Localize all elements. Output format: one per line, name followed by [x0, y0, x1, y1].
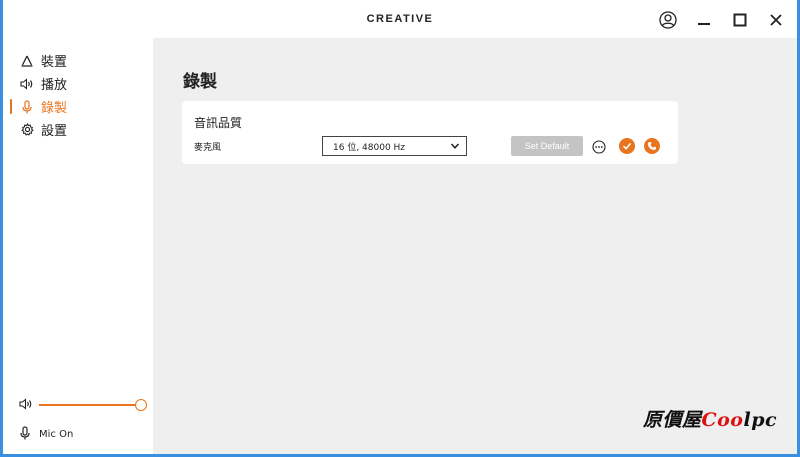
microphone-label: 麥克風: [194, 143, 222, 153]
more-icon: [592, 140, 606, 154]
volume-slider[interactable]: [39, 398, 147, 412]
speaker-icon: [19, 76, 35, 92]
audio-format-select[interactable]: 16 位, 48000 Hz: [322, 136, 467, 156]
page-title: 錄製: [183, 72, 217, 92]
sidebar-item-label: 裝置: [41, 55, 68, 70]
watermark-prefix: 原價屋: [643, 409, 702, 431]
phone-icon: [648, 142, 656, 150]
maximize-button[interactable]: [729, 9, 751, 31]
mic-status[interactable]: Mic On: [19, 426, 73, 443]
set-default-button[interactable]: Set Default: [511, 136, 583, 156]
sidebar-item-settings[interactable]: 設置: [3, 118, 153, 141]
card-title: 音訊品質: [194, 116, 243, 130]
window-controls: [657, 9, 787, 31]
microphone-icon: [19, 426, 31, 443]
sidebar-item-device[interactable]: 裝置: [3, 49, 153, 72]
minimize-icon: [698, 23, 710, 25]
speaker-icon[interactable]: [19, 395, 33, 414]
watermark-brand-red: Coo: [701, 409, 744, 431]
sidebar-item-label: 設置: [41, 124, 68, 139]
checkmark-icon: [622, 142, 632, 150]
minimize-button[interactable]: [693, 9, 715, 31]
volume-slider-track: [39, 403, 143, 406]
chevron-down-icon: [450, 141, 460, 154]
sidebar-item-label: 錄製: [41, 101, 68, 116]
sidebar-nav: 裝置 播放 錄製 設置: [3, 38, 153, 141]
sidebar: 裝置 播放 錄製 設置 Mic On: [3, 38, 153, 454]
title-bar: CREATIVE: [3, 0, 797, 38]
account-button[interactable]: [657, 9, 679, 31]
sidebar-item-playback[interactable]: 播放: [3, 72, 153, 95]
main-content: 錄製 音訊品質 麥克風 16 位, 48000 Hz Set Default: [153, 38, 797, 454]
default-communication-button[interactable]: [644, 138, 660, 154]
maximize-icon: [733, 13, 747, 27]
brand-logo: CREATIVE: [366, 13, 434, 25]
watermark-brand-tail: lpc: [743, 409, 778, 431]
more-options-button[interactable]: [592, 139, 606, 154]
account-icon: [659, 11, 677, 29]
gear-icon: [19, 122, 35, 138]
watermark: 原價屋Coolpc: [643, 405, 777, 432]
volume-control: [19, 395, 147, 414]
audio-format-value: 16 位, 48000 Hz: [333, 142, 406, 153]
mic-status-label: Mic On: [39, 429, 74, 440]
close-button[interactable]: [765, 9, 787, 31]
volume-slider-thumb[interactable]: [135, 398, 147, 411]
device-icon: [19, 53, 35, 69]
audio-quality-card: 音訊品質 麥克風 16 位, 48000 Hz Set Default: [182, 101, 678, 164]
sidebar-item-label: 播放: [41, 78, 68, 93]
default-device-button[interactable]: [619, 138, 635, 154]
app-window: CREATIVE 裝置 播放 錄製 設置 Mic On 錄製 音訊品質 麥克風 …: [0, 0, 800, 457]
sidebar-item-recording[interactable]: 錄製: [3, 95, 153, 118]
microphone-icon: [19, 99, 35, 115]
close-icon: [770, 14, 782, 26]
